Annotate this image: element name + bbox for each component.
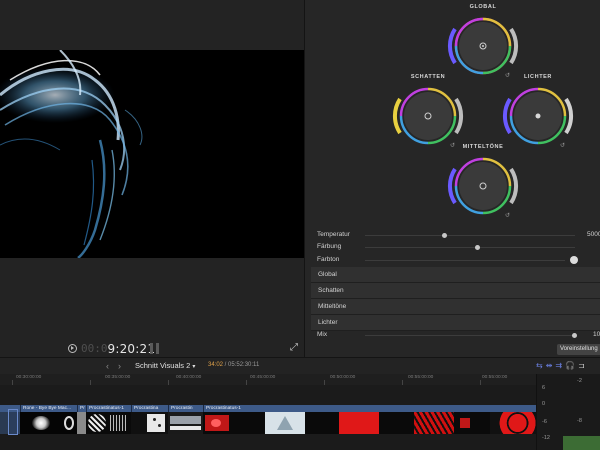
param-tint-label: Färbung bbox=[317, 243, 342, 250]
duration-value: 05:52:30:11 bbox=[228, 362, 260, 368]
tint-slider-thumb[interactable] bbox=[475, 245, 480, 250]
meter-scale: -6 bbox=[542, 419, 547, 425]
clip-thumbnails[interactable] bbox=[0, 412, 536, 434]
section-shadows[interactable]: Schatten bbox=[311, 283, 600, 299]
clip-thumbnail bbox=[203, 412, 265, 434]
solo-icon[interactable]: ⊐ bbox=[578, 361, 585, 371]
section-highlights[interactable]: Lichter bbox=[311, 315, 600, 331]
ruler-mark: 00:55:00:00 bbox=[482, 375, 508, 380]
section-global[interactable]: Global bbox=[311, 267, 600, 283]
meter-scale: -12 bbox=[542, 435, 550, 441]
color-inspector: GLOBAL ↺ SCHATTEN ↺ LICHTER ↺ MITTELTÖNE… bbox=[304, 0, 600, 357]
meter-scale: 6 bbox=[542, 385, 546, 391]
audio-level-bar bbox=[563, 436, 600, 450]
ruler-mark: 00:45:00:00 bbox=[250, 375, 276, 380]
clip-appearance-icon[interactable]: ⇆ bbox=[536, 361, 543, 371]
clip-thumbnail bbox=[77, 412, 86, 434]
ruler-mark: 00:55:00:00 bbox=[408, 375, 434, 380]
mix-value[interactable]: 10 bbox=[593, 331, 600, 338]
section-midtones[interactable]: Mitteltöne bbox=[311, 299, 600, 315]
clip-thumbnail bbox=[339, 412, 379, 434]
snapping-icon[interactable]: ⇹ bbox=[546, 361, 553, 371]
back-arrow-icon[interactable]: ‹ bbox=[106, 361, 109, 371]
svg-text:↺: ↺ bbox=[560, 142, 565, 149]
param-hue-label: Farbton bbox=[317, 256, 340, 263]
headphones-icon[interactable]: 🎧 bbox=[565, 361, 575, 371]
clip-thumbnail bbox=[131, 412, 168, 434]
timeline-position: 34:02 / 05:52:30:11 bbox=[208, 362, 260, 368]
ruler-mark: 00:50:00:00 bbox=[330, 375, 356, 380]
hue-slider-track[interactable] bbox=[365, 260, 565, 261]
clip-thumbnail bbox=[414, 412, 454, 434]
clip-thumbnail bbox=[265, 412, 305, 434]
wheel-label-highlights: LICHTER bbox=[523, 74, 553, 80]
hue-knob[interactable] bbox=[570, 256, 578, 264]
viewer: 00:0 9:20:21 ⤢ bbox=[0, 0, 304, 357]
video-frame bbox=[0, 50, 304, 258]
color-wheel-midtones[interactable]: ↺ bbox=[445, 151, 521, 221]
preset-button[interactable]: Voreinstellung bbox=[557, 344, 600, 355]
clip-label[interactable]: Pr bbox=[77, 405, 86, 412]
project-name-text: Schnitt Visuals 2 bbox=[135, 361, 191, 370]
clip-thumbnail bbox=[305, 412, 339, 434]
svg-text:↺: ↺ bbox=[505, 212, 510, 219]
timeline-header: ‹ › Schnitt Visuals 2 ▾ 34:02 / 05:52:30… bbox=[0, 357, 600, 374]
clip-label[interactable]: Procrastinatus-1 bbox=[86, 405, 131, 412]
viewer-controls: 00:0 9:20:21 ⤢ bbox=[0, 340, 304, 357]
ruler-mark: 00:35:00:00 bbox=[105, 375, 131, 380]
selected-clip-marker[interactable] bbox=[8, 409, 18, 435]
forward-arrow-icon[interactable]: › bbox=[118, 361, 121, 371]
clip-thumbnail bbox=[20, 412, 77, 434]
clip-thumbnail bbox=[379, 412, 414, 434]
light-streak-image bbox=[0, 50, 143, 258]
skimming-icon[interactable]: ⇉ bbox=[555, 361, 562, 371]
timecode-value: 9:20:21 bbox=[107, 341, 156, 356]
mix-slider-track[interactable] bbox=[365, 335, 575, 336]
clip-thumbnail bbox=[454, 412, 490, 434]
param-temperature-label: Temperatur bbox=[317, 231, 350, 238]
final-cut-window: 00:0 9:20:21 ⤢ GLOBAL ↺ SCHATTEN ↺ LICHT… bbox=[0, 0, 600, 450]
expand-icon[interactable]: ⤢ bbox=[290, 343, 300, 353]
ruler-mark: 00:40:00:00 bbox=[176, 375, 202, 380]
color-wheel-highlights[interactable]: ↺ bbox=[500, 81, 576, 151]
play-circle-icon[interactable] bbox=[68, 344, 77, 353]
clip-label[interactable]: Procrastin bbox=[168, 405, 203, 412]
position-value: 34:02 bbox=[208, 362, 224, 368]
mix-label: Mix bbox=[317, 331, 328, 338]
project-name[interactable]: Schnitt Visuals 2 ▾ bbox=[135, 361, 195, 370]
temperature-value[interactable]: 5000 bbox=[587, 231, 600, 238]
chevron-down-icon: ▾ bbox=[192, 364, 196, 370]
clip-label[interactable]: Procrastinatus-1 bbox=[203, 405, 536, 412]
timeline-tools: ⇆ ⇹ ⇉ 🎧 ⊐ bbox=[536, 361, 585, 371]
clip-thumbnail bbox=[490, 412, 536, 434]
clip-label[interactable]: Procrastina bbox=[131, 405, 168, 412]
wheel-label-shadows: SCHATTEN bbox=[410, 74, 446, 80]
wheel-label-midtones: MITTELTÖNE bbox=[462, 144, 504, 150]
temperature-slider-track[interactable] bbox=[365, 235, 575, 236]
timeline-ruler[interactable]: 00:30:00:00 00:35:00:00 00:40:00:00 00:4… bbox=[0, 374, 536, 385]
meter-scale-right: -8 bbox=[577, 418, 582, 424]
meter-scale: 0 bbox=[542, 401, 546, 407]
temperature-slider-thumb[interactable] bbox=[442, 233, 447, 238]
timecode-dim: 00:0 bbox=[81, 342, 108, 355]
color-wheel-global[interactable]: ↺ bbox=[445, 11, 521, 81]
pause-icon[interactable] bbox=[150, 343, 159, 354]
clip-label[interactable]: Rone - Bye Bye Mac... bbox=[20, 405, 77, 412]
meter-scale-right: -2 bbox=[577, 378, 582, 384]
timeline-area[interactable]: Rone - Bye Bye Mac... Pr Procrastinatus-… bbox=[0, 385, 536, 450]
ruler-mark: 00:30:00:00 bbox=[16, 375, 42, 380]
timecode-display[interactable]: 00:0 9:20:21 bbox=[68, 340, 155, 357]
color-wheel-shadows[interactable]: ↺ bbox=[390, 81, 466, 151]
mix-slider-thumb[interactable] bbox=[572, 333, 577, 338]
wheel-label-global: GLOBAL bbox=[469, 4, 497, 10]
tint-slider-track[interactable] bbox=[365, 247, 575, 248]
clip-thumbnail bbox=[168, 412, 203, 434]
clip-thumbnail bbox=[86, 412, 131, 434]
